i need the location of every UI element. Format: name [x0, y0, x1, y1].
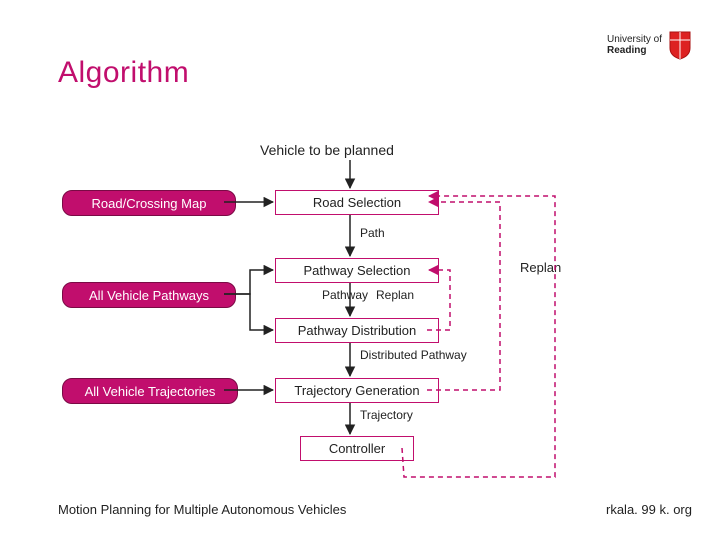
edge-label-distributed: Distributed Pathway [360, 348, 467, 362]
input-all-vehicle-trajectories: All Vehicle Trajectories [62, 378, 238, 404]
replan-label: Replan [520, 260, 561, 275]
shield-icon [668, 30, 692, 60]
footer-right: rkala. 99 k. org [606, 502, 692, 517]
edge-label-pathway: Pathway [322, 288, 368, 302]
university-logo: University ofReading [607, 30, 692, 60]
box-pathway-distribution: Pathway Distribution [275, 318, 439, 343]
box-trajectory-generation: Trajectory Generation [275, 378, 439, 403]
diagram-input-top: Vehicle to be planned [260, 142, 394, 158]
input-all-vehicle-pathways: All Vehicle Pathways [62, 282, 236, 308]
page-title: Algorithm [58, 56, 189, 90]
box-pathway-selection: Pathway Selection [275, 258, 439, 283]
edge-label-path: Path [360, 226, 385, 240]
edge-label-trajectory: Trajectory [360, 408, 413, 422]
footer-left: Motion Planning for Multiple Autonomous … [58, 502, 346, 517]
logo-text: University ofReading [607, 34, 662, 56]
box-road-selection: Road Selection [275, 190, 439, 215]
box-controller: Controller [300, 436, 414, 461]
input-road-crossing-map: Road/Crossing Map [62, 190, 236, 216]
edge-label-replan-inner: Replan [376, 288, 414, 302]
